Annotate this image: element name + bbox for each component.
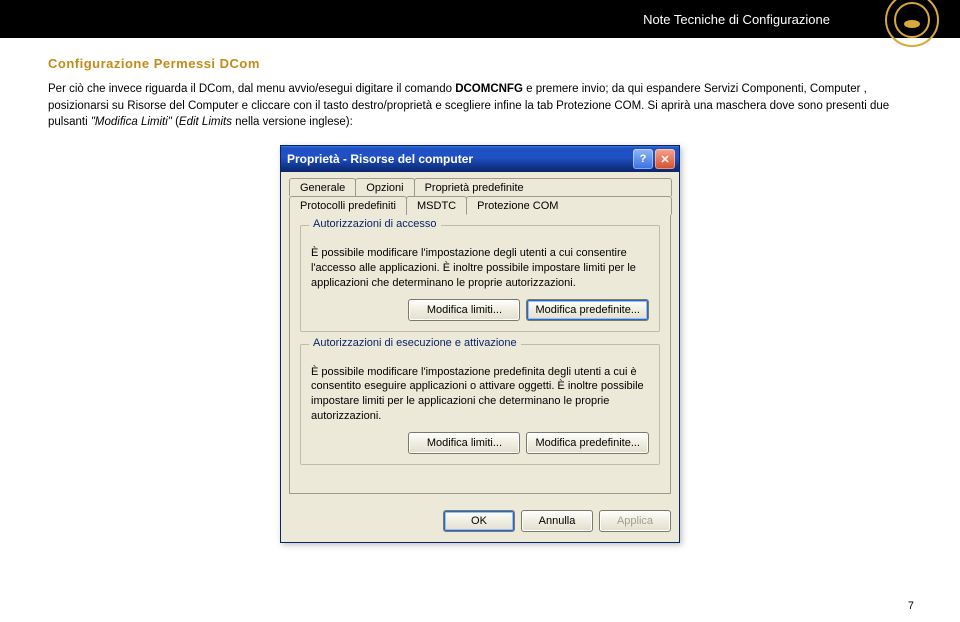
page-number: 7 (908, 600, 914, 612)
cancel-button[interactable]: Annulla (521, 510, 593, 532)
para-text-c: ( (172, 116, 179, 128)
dialog-titlebar[interactable]: Proprietà - Risorse del computer ? ✕ (281, 146, 679, 172)
dialog-screenshot: Proprietà - Risorse del computer ? ✕ Gen… (48, 145, 912, 543)
ok-button[interactable]: OK (443, 510, 515, 532)
tab-generale[interactable]: Generale (289, 178, 356, 196)
command-name: DCOMCNFG (455, 83, 523, 95)
close-icon[interactable]: ✕ (655, 149, 675, 169)
tab-protezione-com[interactable]: Protezione COM (466, 196, 672, 215)
tab-strip: Generale Opzioni Proprietà predefinite P… (289, 178, 671, 215)
tab-protocolli-predefiniti[interactable]: Protocolli predefiniti (289, 196, 407, 215)
header-title: Note Tecniche di Configurazione (643, 12, 830, 27)
properties-dialog: Proprietà - Risorse del computer ? ✕ Gen… (280, 145, 680, 543)
dialog-footer: OK Annulla Applica (281, 502, 679, 542)
page-header: Note Tecniche di Configurazione (0, 0, 960, 38)
tab-opzioni[interactable]: Opzioni (355, 178, 414, 196)
help-icon[interactable]: ? (633, 149, 653, 169)
groupbox-access-text: È possibile modificare l'impostazione de… (311, 246, 649, 291)
dialog-title: Proprietà - Risorse del computer (287, 152, 633, 166)
header-logo-icon (884, 0, 940, 48)
modify-defaults-button-2[interactable]: Modifica predefinite... (526, 432, 649, 454)
body-paragraph: Per ciò che invece riguarda il DCom, dal… (48, 81, 912, 131)
modify-defaults-button-1[interactable]: Modifica predefinite... (526, 299, 649, 321)
groupbox-exec-auth: Autorizzazioni di esecuzione e attivazio… (300, 344, 660, 465)
tab-panel: Autorizzazioni di accesso È possibile mo… (289, 214, 671, 494)
groupbox-exec-text: È possibile modificare l'impostazione pr… (311, 365, 649, 424)
dialog-body: Generale Opzioni Proprietà predefinite P… (281, 172, 679, 502)
groupbox-exec-legend: Autorizzazioni di esecuzione e attivazio… (309, 337, 521, 349)
apply-button[interactable]: Applica (599, 510, 671, 532)
section-heading: Configurazione Permessi DCom (48, 56, 912, 71)
tab-proprieta-predefinite[interactable]: Proprietà predefinite (414, 178, 672, 196)
para-eng: Edit Limits (179, 116, 232, 128)
page-content: Configurazione Permessi DCom Per ciò che… (0, 38, 960, 543)
para-text-a: Per ciò che invece riguarda il DCom, dal… (48, 83, 455, 95)
groupbox-access-auth: Autorizzazioni di accesso È possibile mo… (300, 225, 660, 332)
para-quote: "Modifica Limiti" (91, 116, 172, 128)
modify-limits-button-1[interactable]: Modifica limiti... (408, 299, 520, 321)
groupbox-access-legend: Autorizzazioni di accesso (309, 218, 441, 230)
para-text-d: nella versione inglese): (232, 116, 353, 128)
modify-limits-button-2[interactable]: Modifica limiti... (408, 432, 520, 454)
tab-msdtc[interactable]: MSDTC (406, 196, 467, 215)
